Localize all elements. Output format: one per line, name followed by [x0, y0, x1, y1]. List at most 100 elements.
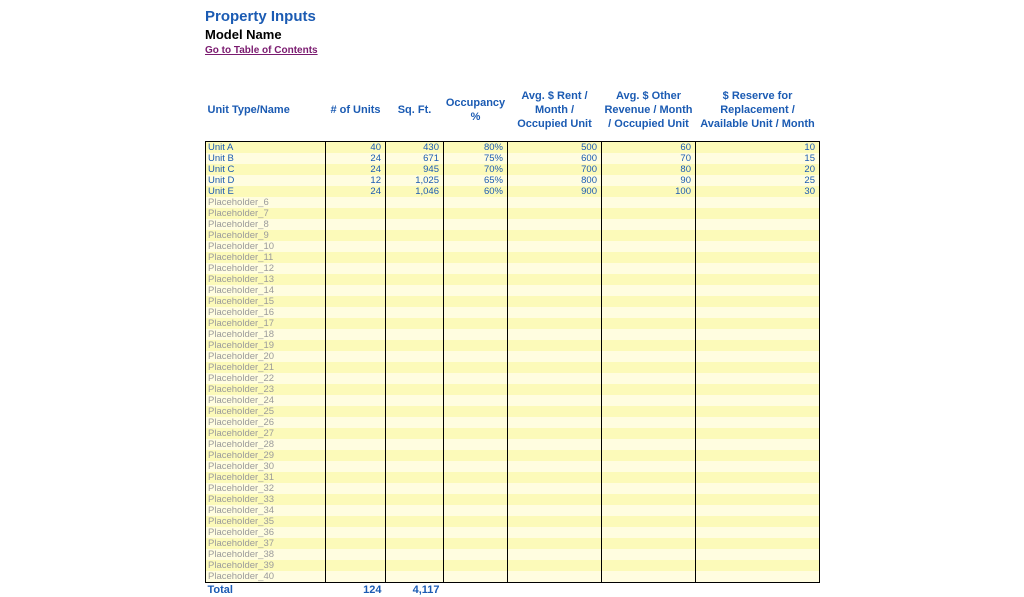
cell-avg-rent[interactable]	[508, 340, 602, 351]
cell-sqft[interactable]	[386, 230, 444, 241]
cell-occupancy[interactable]	[444, 494, 508, 505]
cell-unit-type[interactable]: Placeholder_30	[206, 461, 326, 472]
cell-sqft[interactable]	[386, 384, 444, 395]
cell-sqft[interactable]	[386, 197, 444, 208]
cell-occupancy[interactable]	[444, 296, 508, 307]
cell-avg-rent[interactable]	[508, 274, 602, 285]
cell-avg-rent[interactable]	[508, 362, 602, 373]
cell-units[interactable]	[326, 296, 386, 307]
cell-reserve[interactable]	[696, 439, 820, 450]
cell-units[interactable]: 24	[326, 186, 386, 197]
cell-avg-other[interactable]	[602, 538, 696, 549]
cell-reserve[interactable]	[696, 549, 820, 560]
cell-avg-other[interactable]	[602, 197, 696, 208]
cell-units[interactable]	[326, 538, 386, 549]
cell-reserve[interactable]	[696, 494, 820, 505]
cell-avg-other[interactable]	[602, 373, 696, 384]
cell-occupancy[interactable]	[444, 219, 508, 230]
cell-unit-type[interactable]: Placeholder_16	[206, 307, 326, 318]
cell-reserve[interactable]	[696, 241, 820, 252]
cell-reserve[interactable]	[696, 560, 820, 571]
cell-occupancy[interactable]	[444, 285, 508, 296]
cell-occupancy[interactable]	[444, 538, 508, 549]
cell-units[interactable]	[326, 450, 386, 461]
cell-avg-rent[interactable]	[508, 494, 602, 505]
cell-unit-type[interactable]: Placeholder_37	[206, 538, 326, 549]
cell-sqft[interactable]	[386, 571, 444, 583]
cell-sqft[interactable]: 945	[386, 164, 444, 175]
cell-units[interactable]	[326, 483, 386, 494]
cell-avg-rent[interactable]	[508, 384, 602, 395]
cell-occupancy[interactable]	[444, 263, 508, 274]
cell-avg-rent[interactable]	[508, 241, 602, 252]
cell-sqft[interactable]	[386, 406, 444, 417]
cell-avg-rent[interactable]	[508, 252, 602, 263]
cell-units[interactable]	[326, 219, 386, 230]
cell-reserve[interactable]	[696, 362, 820, 373]
cell-unit-type[interactable]: Placeholder_23	[206, 384, 326, 395]
cell-sqft[interactable]	[386, 527, 444, 538]
cell-avg-other[interactable]	[602, 252, 696, 263]
cell-reserve[interactable]	[696, 274, 820, 285]
cell-reserve[interactable]	[696, 285, 820, 296]
cell-unit-type[interactable]: Placeholder_11	[206, 252, 326, 263]
cell-units[interactable]	[326, 406, 386, 417]
cell-occupancy[interactable]	[444, 395, 508, 406]
cell-units[interactable]	[326, 252, 386, 263]
cell-occupancy[interactable]	[444, 461, 508, 472]
cell-avg-other[interactable]	[602, 362, 696, 373]
cell-avg-rent[interactable]	[508, 219, 602, 230]
cell-units[interactable]	[326, 230, 386, 241]
cell-units[interactable]	[326, 549, 386, 560]
cell-occupancy[interactable]	[444, 241, 508, 252]
cell-occupancy[interactable]	[444, 362, 508, 373]
cell-units[interactable]	[326, 417, 386, 428]
cell-units[interactable]	[326, 307, 386, 318]
cell-avg-other[interactable]	[602, 505, 696, 516]
cell-units[interactable]	[326, 241, 386, 252]
cell-avg-rent[interactable]: 500	[508, 142, 602, 154]
cell-units[interactable]: 24	[326, 164, 386, 175]
cell-sqft[interactable]	[386, 417, 444, 428]
cell-occupancy[interactable]	[444, 505, 508, 516]
cell-occupancy[interactable]	[444, 318, 508, 329]
cell-avg-other[interactable]	[602, 285, 696, 296]
cell-avg-other[interactable]	[602, 351, 696, 362]
cell-reserve[interactable]	[696, 307, 820, 318]
cell-avg-other[interactable]	[602, 296, 696, 307]
cell-sqft[interactable]	[386, 494, 444, 505]
cell-units[interactable]	[326, 329, 386, 340]
cell-avg-rent[interactable]	[508, 439, 602, 450]
cell-avg-rent[interactable]	[508, 318, 602, 329]
cell-occupancy[interactable]	[444, 351, 508, 362]
cell-sqft[interactable]: 430	[386, 142, 444, 154]
cell-avg-other[interactable]	[602, 450, 696, 461]
cell-avg-other[interactable]: 100	[602, 186, 696, 197]
cell-sqft[interactable]	[386, 208, 444, 219]
cell-units[interactable]	[326, 428, 386, 439]
cell-sqft[interactable]	[386, 461, 444, 472]
cell-unit-type[interactable]: Placeholder_8	[206, 219, 326, 230]
cell-avg-other[interactable]	[602, 307, 696, 318]
cell-reserve[interactable]	[696, 252, 820, 263]
cell-reserve[interactable]	[696, 318, 820, 329]
cell-occupancy[interactable]	[444, 208, 508, 219]
cell-reserve[interactable]	[696, 527, 820, 538]
cell-avg-rent[interactable]: 900	[508, 186, 602, 197]
cell-occupancy[interactable]	[444, 230, 508, 241]
cell-reserve[interactable]	[696, 461, 820, 472]
cell-avg-other[interactable]	[602, 560, 696, 571]
cell-avg-rent[interactable]	[508, 505, 602, 516]
cell-avg-other[interactable]	[602, 208, 696, 219]
cell-occupancy[interactable]: 70%	[444, 164, 508, 175]
cell-sqft[interactable]	[386, 318, 444, 329]
cell-sqft[interactable]	[386, 549, 444, 560]
cell-reserve[interactable]	[696, 406, 820, 417]
cell-sqft[interactable]	[386, 340, 444, 351]
cell-avg-rent[interactable]	[508, 571, 602, 583]
cell-occupancy[interactable]	[444, 274, 508, 285]
cell-units[interactable]	[326, 263, 386, 274]
cell-avg-rent[interactable]: 600	[508, 153, 602, 164]
cell-occupancy[interactable]	[444, 417, 508, 428]
cell-reserve[interactable]: 25	[696, 175, 820, 186]
